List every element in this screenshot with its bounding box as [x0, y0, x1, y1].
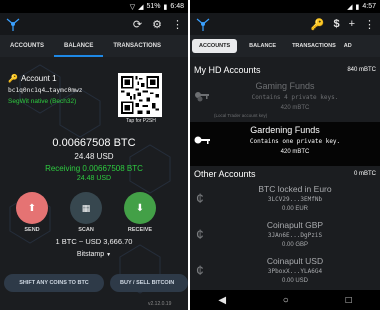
- hd-accounts-header: My HD Accounts 840 mBTC: [190, 63, 380, 77]
- account-row[interactable]: 🔑 Account 1: [8, 74, 57, 83]
- account-balance: 420 mBTC: [280, 105, 310, 111]
- exchange-rate: 1 BTC ~ USD 3,666.70: [55, 237, 133, 246]
- other-accounts-header: Other Accounts 0 mBTC: [190, 167, 380, 181]
- tab-accounts[interactable]: ACCOUNTS: [192, 39, 238, 53]
- app-bar: 🔑 $ + ⋮: [190, 13, 380, 35]
- tab-transactions[interactable]: TRANSACTIONS: [107, 35, 167, 57]
- accounts-screen: ◢ ▮ 4:57 🔑 $ + ⋮ ACCOUNTS BALANCE TRANSA…: [190, 0, 380, 310]
- mycelium-logo-icon: [196, 18, 210, 31]
- back-icon[interactable]: ◀: [218, 295, 226, 306]
- rate-source-dropdown[interactable]: Bitstamp ▼: [0, 251, 188, 258]
- buy-sell-button[interactable]: BUY / SELL BITCOIN: [110, 274, 188, 292]
- account-balance: 0.00 EUR: [281, 206, 308, 212]
- section-total: 840 mBTC: [347, 67, 376, 73]
- coinapult-icon: ¢: [196, 262, 204, 278]
- clock: 6:48: [170, 3, 184, 10]
- account-item[interactable]: ¢ Coinapult USD 3PboxX...YLA6G4 0.00 USD: [190, 254, 380, 290]
- qr-code-image: [121, 76, 159, 114]
- account-description: Contains one private key.: [249, 138, 341, 145]
- status-bar: ◢ ▮ 4:57: [190, 0, 380, 13]
- account-name: Gaming Funds: [255, 81, 315, 91]
- tab-balance[interactable]: BALANCE: [239, 35, 286, 57]
- overflow-menu-icon[interactable]: ⋮: [364, 18, 375, 31]
- account-address: 3LCV29...3EMfNb: [267, 196, 323, 203]
- refresh-icon[interactable]: ⟳: [133, 18, 142, 31]
- key-icon: 🔑: [8, 74, 18, 83]
- account-address: 3PboxX...YLA6G4: [267, 268, 323, 275]
- tab-accounts[interactable]: ACCOUNTS: [0, 35, 50, 57]
- rate-source: Bitstamp: [76, 251, 105, 258]
- account-name: BTC locked in Euro: [258, 184, 332, 194]
- signal-icon: ◢: [138, 3, 144, 11]
- account-name: Gardening Funds: [250, 125, 320, 135]
- account-balance: 0.00 GBP: [281, 242, 308, 248]
- account-item[interactable]: Gaming Funds Contains 4 private keys. 42…: [190, 78, 380, 122]
- download-icon: ⬇: [135, 202, 145, 214]
- battery-icon: ▮: [163, 3, 168, 11]
- qr-code[interactable]: [118, 73, 162, 117]
- add-account-icon[interactable]: +: [349, 18, 355, 30]
- balance-btc: 0.00667508 BTC: [52, 137, 136, 149]
- qr-label: Tap for P2SH: [126, 118, 156, 124]
- account-name: Coinapult USD: [266, 256, 324, 266]
- section-title: Other Accounts: [194, 169, 256, 179]
- shift-coins-button[interactable]: SHIFT ANY COINS TO BTC: [4, 274, 104, 292]
- send-button[interactable]: ⬆: [16, 192, 48, 224]
- battery-icon: ▮: [355, 3, 360, 11]
- upload-icon: ⬆: [27, 202, 37, 214]
- account-item[interactable]: ¢ BTC locked in Euro 3LCV29...3EMfNb 0.0…: [190, 182, 380, 218]
- tab-bar: ACCOUNTS BALANCE TRANSACTIONS AD: [190, 35, 380, 57]
- app-bar: ⟳ ⚙ ⋮: [0, 13, 188, 35]
- account-description: Contains 4 private keys.: [251, 94, 339, 101]
- receive-address[interactable]: bc1q0nc1q4…taymc0mwz: [8, 87, 83, 94]
- wifi-icon: ▽: [129, 3, 136, 11]
- account-note: (Local Trader account key): [214, 113, 268, 118]
- balance-usd: 24.48 USD: [74, 152, 114, 161]
- send-label: SEND: [24, 227, 40, 233]
- account-address: 3JAn6E...DgPziS: [267, 232, 323, 239]
- dropdown-arrow-icon: ▼: [106, 252, 112, 258]
- system-nav-bar: ◀ ○ □: [190, 290, 380, 310]
- receive-label: RECEIVE: [127, 227, 153, 233]
- home-icon[interactable]: ○: [283, 295, 289, 306]
- add-currency-icon[interactable]: $: [333, 18, 339, 30]
- clock: 4:57: [362, 3, 376, 10]
- account-name: Coinapult GBP: [266, 220, 324, 230]
- status-bar: ▽ ◢ 51% ▮ 6:48: [0, 0, 188, 13]
- section-total: 0 mBTC: [353, 171, 376, 177]
- scan-button[interactable]: ▦: [70, 192, 102, 224]
- account-item-selected[interactable]: Gardening Funds Contains one private key…: [190, 122, 380, 166]
- mycelium-logo-icon: [6, 18, 20, 31]
- scan-label: SCAN: [78, 227, 94, 233]
- overflow-menu-icon[interactable]: ⋮: [172, 18, 183, 31]
- section-title: My HD Accounts: [194, 65, 261, 75]
- battery-percent: 51%: [146, 3, 161, 10]
- add-key-icon[interactable]: 🔑: [311, 18, 325, 31]
- tab-transactions[interactable]: TRANSACTIONS: [286, 35, 342, 57]
- tab-balance[interactable]: BALANCE: [50, 35, 107, 57]
- receiving-usd: 24.48 USD: [76, 175, 112, 182]
- receiving-btc: Receiving 0.00667508 BTC: [45, 164, 143, 173]
- version-label: v2.12.0.19: [148, 301, 172, 307]
- recents-icon[interactable]: □: [346, 295, 352, 306]
- account-name: Account 1: [20, 74, 57, 83]
- coinapult-icon: ¢: [196, 190, 204, 206]
- account-item[interactable]: ¢ Coinapult GBP 3JAn6E...DgPziS 0.00 GBP: [190, 218, 380, 254]
- account-balance: 420 mBTC: [280, 149, 310, 155]
- balance-screen: ▽ ◢ 51% ▮ 6:48 ⟳ ⚙ ⋮ ACCOUNTS BALANCE TR…: [0, 0, 188, 310]
- settings-icon[interactable]: ⚙: [152, 18, 162, 31]
- tab-bar: ACCOUNTS BALANCE TRANSACTIONS: [0, 35, 188, 57]
- receive-button[interactable]: ⬇: [124, 192, 156, 224]
- address-type: SegWit native (Bech32): [8, 98, 77, 105]
- signal-icon: ◢: [347, 3, 353, 11]
- account-balance: 0.00 USD: [281, 278, 308, 284]
- coinapult-icon: ¢: [196, 226, 204, 242]
- tab-addresses[interactable]: AD: [342, 35, 354, 57]
- qr-scan-icon: ▦: [81, 202, 91, 213]
